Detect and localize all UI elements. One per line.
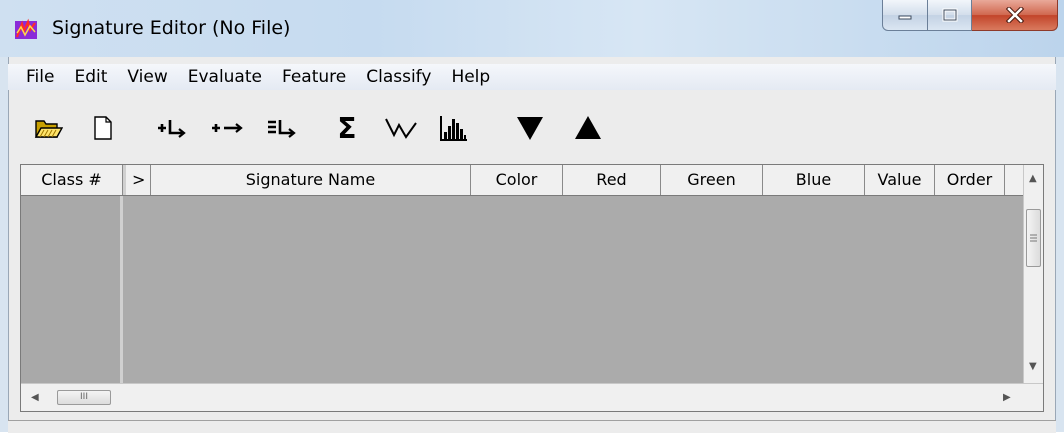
close-icon	[1005, 7, 1024, 23]
window-title: Signature Editor (No File)	[52, 17, 291, 39]
move-up-button[interactable]	[570, 108, 606, 148]
column-header-color[interactable]: Color	[471, 165, 563, 195]
horizontal-scrollbar[interactable]: ◀ III ▶	[21, 383, 1043, 411]
column-header-red[interactable]: Red	[563, 165, 661, 195]
maximize-icon	[942, 8, 957, 22]
menu-help[interactable]: Help	[441, 67, 500, 87]
add-row-icon	[158, 120, 186, 138]
merge-signatures-button[interactable]	[264, 108, 300, 148]
replace-signature-button[interactable]	[208, 108, 246, 148]
histogram-button[interactable]	[436, 108, 472, 148]
statistics-button[interactable]: Σ	[330, 108, 364, 148]
table-header: Class # > Signature Name Color Red Green…	[21, 165, 1025, 196]
column-header-value[interactable]: Value	[865, 165, 935, 195]
column-header-order[interactable]: Order	[935, 165, 1005, 195]
caption-buttons	[882, 0, 1058, 34]
title-bar[interactable]: Signature Editor (No File)	[0, 0, 1064, 57]
move-down-button[interactable]	[512, 108, 548, 148]
row-header-column	[21, 196, 123, 383]
column-header-signature-name[interactable]: Signature Name	[151, 165, 471, 195]
horizontal-scroll-thumb[interactable]: III	[57, 390, 111, 405]
column-header-blue[interactable]: Blue	[763, 165, 865, 195]
scroll-right-arrow-icon[interactable]: ▶	[1003, 392, 1011, 403]
vertical-scroll-thumb[interactable]	[1026, 209, 1041, 267]
scroll-down-arrow-icon[interactable]: ▼	[1029, 361, 1037, 372]
menu-view[interactable]: View	[117, 67, 177, 87]
column-header-green[interactable]: Green	[661, 165, 763, 195]
minimize-button[interactable]	[882, 0, 928, 31]
scroll-up-arrow-icon[interactable]: ▲	[1029, 173, 1037, 184]
menu-bar: File Edit View Evaluate Feature Classify…	[8, 64, 1056, 90]
add-signature-button[interactable]	[154, 108, 190, 148]
status-bar	[8, 420, 1056, 433]
folder-open-icon	[34, 120, 63, 138]
open-file-button[interactable]	[32, 108, 64, 148]
mean-plot-button[interactable]	[382, 108, 420, 148]
menu-feature[interactable]: Feature	[272, 67, 356, 87]
histogram-icon	[440, 116, 467, 141]
triangle-down-icon	[517, 117, 543, 140]
menu-edit[interactable]: Edit	[64, 67, 117, 87]
grip-label: III	[80, 392, 88, 402]
maximize-button[interactable]	[928, 0, 972, 31]
line-plot-icon	[385, 118, 417, 139]
column-header-class-number[interactable]: Class #	[21, 165, 123, 195]
menu-file[interactable]: File	[16, 67, 64, 87]
merge-icon	[268, 120, 296, 138]
minimize-icon	[898, 15, 912, 20]
new-file-button[interactable]	[90, 108, 116, 148]
grip-icon	[1030, 234, 1037, 242]
scroll-left-arrow-icon[interactable]: ◀	[31, 392, 39, 403]
toolbar: Σ	[8, 104, 1056, 154]
close-button[interactable]	[972, 0, 1058, 31]
menu-evaluate[interactable]: Evaluate	[178, 67, 272, 87]
column-header-row-indicator[interactable]: >	[123, 165, 151, 195]
triangle-up-icon	[575, 116, 601, 139]
vertical-scrollbar[interactable]: ▲ ▼	[1023, 165, 1043, 383]
replace-icon	[212, 123, 243, 133]
new-document-icon	[94, 116, 112, 140]
signature-editor-app-icon	[15, 18, 37, 39]
signature-table[interactable]: Class # > Signature Name Color Red Green…	[20, 164, 1044, 412]
menu-classify[interactable]: Classify	[356, 67, 441, 87]
sigma-icon: Σ	[337, 111, 357, 145]
